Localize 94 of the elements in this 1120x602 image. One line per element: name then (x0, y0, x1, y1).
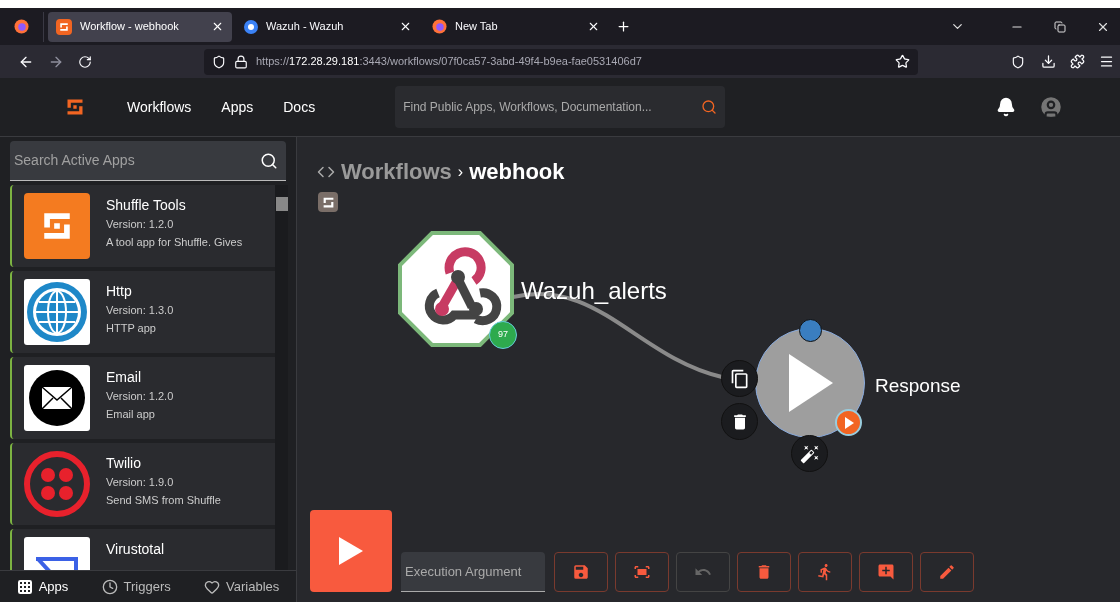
shuffle-logo-icon (24, 193, 90, 259)
browser-tab[interactable]: Wazuh - Wazuh (236, 11, 420, 42)
app-name: Http (106, 282, 133, 301)
lock-icon (234, 54, 248, 69)
address-bar[interactable]: https://172.28.29.181:3443/workflows/07f0ca57-3abd-49f4-b9ea-fae0531406d7 (204, 48, 918, 75)
app-version: Version: 1.3.0 (106, 303, 174, 318)
close-icon[interactable] (399, 20, 412, 33)
search-field[interactable]: Search Active Apps (10, 141, 286, 181)
nav-link[interactable]: Apps (221, 96, 254, 118)
nav-link[interactable]: Workflows (127, 96, 192, 118)
star-icon[interactable] (895, 54, 910, 69)
globe-icon (244, 19, 258, 34)
restore-icon[interactable] (1054, 20, 1066, 33)
search-icon[interactable] (260, 151, 278, 170)
search-placeholder: Find Public Apps, Workflows, Documentation... (403, 99, 653, 116)
app-name: Twilio (106, 454, 142, 473)
app-name: Shuffle Tools (106, 196, 187, 215)
app-card[interactable]: Virustotal (10, 529, 275, 570)
breadcrumb-current: webhook (469, 158, 565, 186)
copy-icon (729, 368, 750, 389)
app-version: Version: 1.2.0 (106, 217, 175, 232)
scrollbar[interactable] (275, 185, 288, 570)
sidebar-tab[interactable]: Triggers (101, 576, 171, 597)
firefox-icon (432, 19, 447, 34)
puzzle-icon[interactable] (1070, 54, 1085, 69)
workflow-canvas[interactable]: Workflows › webhook Wazuh_alerts 97 Response Execution Argument (297, 137, 1120, 602)
toolbar-button[interactable] (737, 552, 791, 592)
download-icon[interactable] (1041, 54, 1056, 69)
clock-icon (101, 578, 118, 595)
close-icon[interactable] (211, 20, 224, 33)
toolbar-button[interactable] (554, 552, 608, 592)
shuffle-logo-icon[interactable] (318, 192, 338, 212)
webhook-node[interactable] (398, 231, 514, 347)
tab-title: New Tab (455, 19, 499, 35)
shield-icon (212, 54, 226, 69)
run-button[interactable] (310, 510, 392, 592)
breadcrumb-parent[interactable]: Workflows (341, 155, 452, 188)
browser-tab[interactable]: New Tab (424, 11, 608, 42)
nav-link[interactable]: Docs (283, 96, 316, 118)
app-card[interactable]: Email Version: 1.2.0 Email app (10, 357, 275, 439)
reload-icon[interactable] (78, 54, 92, 69)
play-icon (339, 537, 363, 565)
search-placeholder: Search Active Apps (14, 151, 136, 170)
fit-screen-icon (633, 563, 651, 581)
magic-wand-icon (799, 443, 820, 464)
app-version: Version: 1.2.0 (106, 389, 174, 404)
app-version: Version: 1.9.0 (106, 475, 175, 490)
app-card[interactable]: Twilio Version: 1.9.0 Send SMS from Shuffle (10, 443, 275, 525)
app-card[interactable]: Http Version: 1.3.0 HTTP app (10, 271, 275, 353)
firefox-icon (14, 19, 29, 34)
save-icon (572, 563, 590, 581)
new-tab-icon[interactable] (616, 19, 631, 34)
shuffle-logo-icon (56, 18, 72, 35)
node-label: Response (875, 374, 961, 398)
sidebar-tab[interactable]: Apps (16, 576, 69, 597)
tab-title: Workflow - webhook (80, 19, 180, 35)
globe-icon (24, 279, 90, 345)
copy-button[interactable] (721, 360, 758, 397)
browser-tab[interactable]: Workflow - webhook (48, 11, 232, 42)
toolbar-button[interactable] (798, 552, 852, 592)
app-description: Send SMS from Shuffle (106, 493, 221, 508)
url-text: https://172.28.29.181:3443/workflows/07f0ca57-3abd-49f4-b9ea-fae0531406d7 (256, 54, 643, 70)
twilio-logo-icon (24, 451, 90, 517)
app-description: HTTP app (106, 321, 157, 336)
app-description: A tool app for Shuffle. Gives (106, 235, 243, 250)
menu-icon[interactable] (1099, 54, 1114, 69)
breadcrumb-separator: › (457, 161, 464, 182)
heart-icon (204, 578, 221, 595)
search-field[interactable]: Find Public Apps, Workflows, Documentation... (395, 86, 726, 128)
bell-icon[interactable] (996, 97, 1016, 117)
toolbar-button[interactable] (615, 552, 669, 592)
add-comment-icon (877, 563, 895, 581)
search-icon[interactable] (701, 99, 718, 115)
app-description: Email app (106, 407, 156, 422)
toolbar-button[interactable] (859, 552, 913, 592)
close-icon[interactable] (587, 20, 600, 33)
sidebar-tab[interactable]: Variables (204, 576, 280, 597)
node-label: Wazuh_alerts (521, 276, 667, 306)
pencil-icon (938, 563, 956, 581)
count-badge: 97 (489, 321, 517, 349)
tab-title: Wazuh - Wazuh (266, 19, 345, 35)
delete-button[interactable] (721, 403, 758, 440)
argument-field[interactable]: Execution Argument (401, 552, 545, 592)
avatar-icon[interactable] (1038, 94, 1064, 120)
app-card[interactable]: Shuffle Tools Version: 1.2.0 A tool app for Shuffle. Gives (10, 185, 275, 267)
envelope-icon (24, 365, 90, 431)
app-name: Email (106, 368, 142, 387)
play-icon[interactable] (835, 409, 862, 436)
toolbar-button[interactable] (920, 552, 974, 592)
grid-icon (16, 578, 33, 595)
magic-wand-button[interactable] (791, 435, 828, 472)
argument-placeholder: Execution Argument (405, 562, 522, 581)
app-name: Virustotal (106, 540, 165, 559)
shuffle-logo-icon (65, 97, 85, 117)
